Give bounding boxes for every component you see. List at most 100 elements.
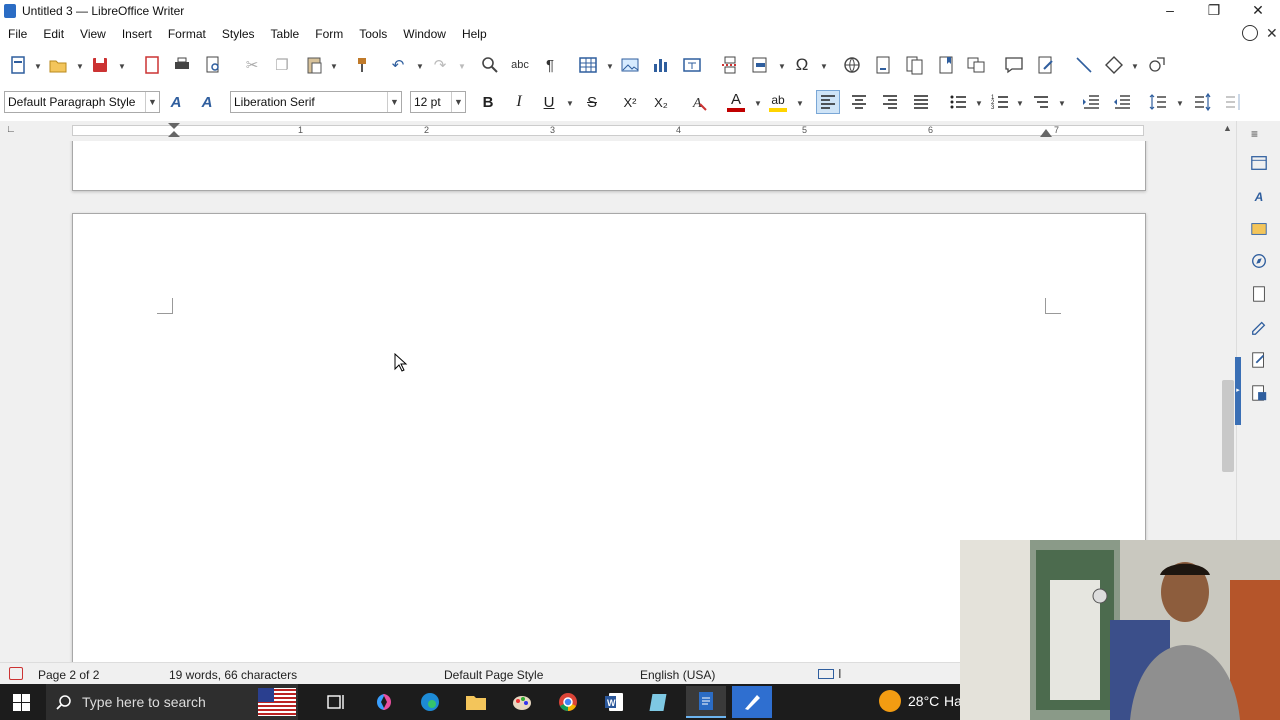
page-1-bottom[interactable]: [72, 141, 1146, 191]
undo-dropdown-icon[interactable]: ▼: [416, 62, 424, 71]
language[interactable]: English (USA): [640, 668, 715, 682]
manage-changes-icon[interactable]: [1249, 350, 1269, 370]
menu-table[interactable]: Table: [263, 27, 308, 41]
save-dropdown-icon[interactable]: ▼: [118, 62, 126, 71]
restore-button[interactable]: ❐: [1192, 0, 1236, 22]
insert-mode-icon[interactable]: I: [838, 666, 842, 681]
bullet-list-icon[interactable]: [946, 90, 970, 114]
taskbar-search-box[interactable]: Type here to search: [46, 684, 298, 720]
chevron-down-icon[interactable]: ▼: [451, 92, 465, 112]
left-indent-marker[interactable]: [168, 123, 180, 129]
scrollbar-thumb[interactable]: [1222, 380, 1234, 472]
special-char-dropdown-icon[interactable]: ▼: [820, 62, 828, 71]
right-indent-marker[interactable]: [1040, 129, 1052, 137]
find-replace-icon[interactable]: [478, 53, 502, 77]
insert-textbox-icon[interactable]: [680, 53, 704, 77]
weather-icon[interactable]: [879, 690, 901, 712]
cross-reference-icon[interactable]: [964, 53, 988, 77]
italic-button[interactable]: I: [507, 90, 531, 114]
paste-icon[interactable]: [302, 53, 326, 77]
undo-icon[interactable]: ↶: [386, 53, 410, 77]
menu-view[interactable]: View: [72, 27, 114, 41]
print-preview-icon[interactable]: [201, 53, 225, 77]
copy-icon[interactable]: ❐: [270, 53, 294, 77]
open-dropdown-icon[interactable]: ▼: [76, 62, 84, 71]
windows-start-icon[interactable]: [13, 694, 30, 711]
close-button[interactable]: ✕: [1236, 0, 1280, 22]
highlight-dropdown-icon[interactable]: ▼: [796, 99, 804, 108]
redo-dropdown-icon[interactable]: ▼: [458, 62, 466, 71]
paragraph-style-combo[interactable]: Default Paragraph Style ▼: [4, 91, 160, 113]
chrome-icon[interactable]: [548, 686, 588, 718]
export-pdf-icon[interactable]: [140, 53, 164, 77]
file-explorer-icon[interactable]: [456, 686, 496, 718]
new-style-icon[interactable]: A: [195, 90, 219, 114]
copilot-icon[interactable]: [364, 686, 404, 718]
line-spacing-icon[interactable]: [1146, 90, 1170, 114]
menu-edit[interactable]: Edit: [35, 27, 72, 41]
hyperlink-icon[interactable]: [840, 53, 864, 77]
footnote-icon[interactable]: [871, 53, 895, 77]
navigator-icon[interactable]: [1249, 251, 1269, 271]
print-icon[interactable]: [170, 53, 194, 77]
globe-icon[interactable]: [1242, 25, 1258, 41]
whiteboard-app-icon[interactable]: [732, 686, 772, 718]
clear-formatting-icon[interactable]: A: [688, 90, 712, 114]
increase-indent-icon[interactable]: [1079, 90, 1103, 114]
weather-temperature[interactable]: 28°C: [908, 693, 939, 709]
chevron-down-icon[interactable]: ▼: [387, 92, 401, 112]
underline-button[interactable]: U: [537, 90, 561, 114]
page-icon[interactable]: [1249, 284, 1269, 304]
insert-field-icon[interactable]: [748, 53, 772, 77]
cut-icon[interactable]: ✂: [240, 53, 264, 77]
basic-shapes-icon[interactable]: [1102, 53, 1126, 77]
gallery-icon[interactable]: [1249, 219, 1269, 239]
save-icon[interactable]: [88, 53, 112, 77]
special-character-icon[interactable]: Ω: [790, 53, 814, 77]
font-size-combo[interactable]: 12 pt ▼: [410, 91, 466, 113]
menu-format[interactable]: Format: [160, 27, 214, 41]
align-right-button[interactable]: [878, 90, 902, 114]
insert-comment-icon[interactable]: [1002, 53, 1026, 77]
style-inspector-icon[interactable]: [1249, 317, 1269, 337]
menu-form[interactable]: Form: [307, 27, 351, 41]
font-color-dropdown-icon[interactable]: ▼: [754, 99, 762, 108]
libreoffice-writer-task[interactable]: [686, 686, 726, 718]
table-dropdown-icon[interactable]: ▼: [606, 62, 614, 71]
page-style[interactable]: Default Page Style: [444, 668, 543, 682]
scroll-up-icon[interactable]: ▲: [1223, 123, 1232, 133]
shapes-dropdown-icon[interactable]: ▼: [1131, 62, 1139, 71]
menu-styles[interactable]: Styles: [214, 27, 263, 41]
outline-dropdown-icon[interactable]: ▼: [1058, 99, 1066, 108]
first-line-indent-marker[interactable]: [168, 131, 180, 137]
menu-file[interactable]: File: [0, 27, 35, 41]
bold-button[interactable]: B: [476, 90, 500, 114]
new-document-icon[interactable]: [6, 53, 30, 77]
decrease-indent-icon[interactable]: [1110, 90, 1134, 114]
formatting-marks-icon[interactable]: ¶: [538, 53, 562, 77]
clone-formatting-icon[interactable]: [350, 53, 374, 77]
insert-table-icon[interactable]: [576, 53, 600, 77]
minimize-button[interactable]: –: [1148, 0, 1192, 22]
chevron-down-icon[interactable]: ▼: [145, 92, 159, 112]
insert-image-icon[interactable]: [618, 53, 642, 77]
paragraph-spacing-icon[interactable]: [1190, 90, 1214, 114]
word-icon[interactable]: W: [594, 686, 634, 718]
highlight-color-icon[interactable]: ab: [766, 90, 790, 114]
font-name-combo[interactable]: Liberation Serif ▼: [230, 91, 402, 113]
numbered-list-icon[interactable]: 123: [988, 90, 1012, 114]
new-dropdown-icon[interactable]: ▼: [34, 62, 42, 71]
superscript-button[interactable]: X²: [618, 90, 642, 114]
subscript-button[interactable]: X₂: [649, 90, 673, 114]
endnote-icon[interactable]: [902, 53, 926, 77]
sidebar-collapse-handle[interactable]: ▸: [1235, 357, 1241, 425]
design-icon[interactable]: [1249, 383, 1269, 403]
word-count[interactable]: 19 words, 66 characters: [169, 668, 297, 682]
align-center-button[interactable]: [847, 90, 871, 114]
align-left-button[interactable]: [816, 90, 840, 114]
line-spacing-dropdown-icon[interactable]: ▼: [1176, 99, 1184, 108]
insert-page-break-icon[interactable]: [718, 53, 742, 77]
insert-chart-icon[interactable]: [649, 53, 673, 77]
field-dropdown-icon[interactable]: ▼: [778, 62, 786, 71]
tab-stop-selector[interactable]: ∟: [6, 124, 16, 135]
